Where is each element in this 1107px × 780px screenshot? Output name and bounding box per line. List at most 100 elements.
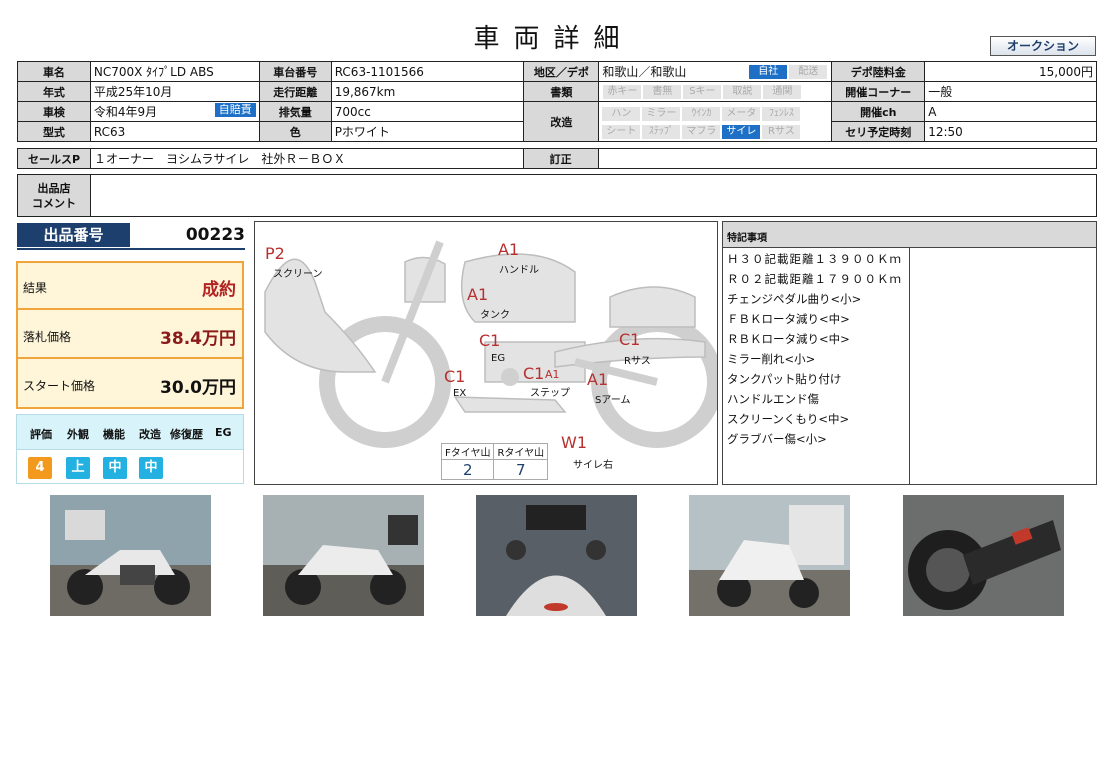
note-item: グラブバー傷<小> [727, 432, 827, 446]
salespoint-value: １オーナー ヨシムラサイレ 社外Ｒ－ＢＯＸ [89, 148, 524, 169]
photo-thumbnail-1[interactable] [50, 495, 211, 616]
winning-row: 落札価格 38.4万円 [18, 312, 242, 359]
docs-label: 書類 [523, 81, 600, 102]
mark-handle-label: ハンドル [499, 265, 539, 276]
area-badge-delivery: 配送 [789, 65, 828, 79]
note-item: ＲＢＫロータ減り<中> [727, 332, 850, 346]
area-label: 地区／デポ [523, 61, 600, 82]
area-badge-own: 自社 [749, 65, 788, 79]
tyre-front-label: Fタイヤ山 [440, 443, 495, 460]
insurance-badge: 自賠責 [214, 103, 256, 117]
model-code: RC63 [89, 121, 260, 142]
note-item: ハンドルエンド傷 [727, 392, 819, 406]
note-item: チェンジペダル曲り<小> [727, 292, 862, 306]
note-item: スクリーンくもり<中> [727, 412, 850, 426]
channel-value: A [924, 101, 1097, 122]
motorcycle-photo-icon [50, 495, 211, 616]
mod1-pill-2: ｳｲﾝｶ [682, 106, 721, 121]
mark-silencer-code: W1 [561, 433, 587, 452]
result-value: 成約 [202, 280, 236, 300]
mark-screen-code: P2 [265, 244, 285, 263]
mileage: 19,867km [330, 81, 525, 102]
motorcycle-photo-icon [263, 495, 424, 616]
price-box: 結果 成約 落札価格 38.4万円 スタート価格 30.0万円 [16, 261, 244, 409]
correction-label: 訂正 [522, 148, 599, 169]
spec-table: 車名 NC700X ﾀｲﾌﾟLD ABS 車台番号 RC63-1101566 地… [17, 61, 1097, 142]
fee-label: デポ陸料金 [831, 61, 926, 82]
mark-rsus-label: Rサス [624, 356, 651, 367]
correction-value [597, 148, 1098, 169]
area-value: 和歌山／和歌山 [602, 65, 687, 79]
rating-exterior: 上 [66, 457, 90, 479]
mod2-pill-2: マフラ [682, 124, 721, 139]
notes-divider [909, 248, 910, 484]
mark-tank-label: タンク [480, 310, 510, 321]
photo-thumbnail-3[interactable] [476, 495, 637, 616]
rating-function: 中 [103, 457, 127, 479]
photo-thumbnail-4[interactable] [689, 495, 850, 616]
mark-sarm-code: A1 [587, 370, 609, 389]
mark-sarm-label: Sアーム [595, 395, 631, 406]
photo-thumbnail-2[interactable] [263, 495, 424, 616]
year-label: 年式 [17, 81, 91, 102]
rating-head-5: EG [215, 426, 232, 439]
mark-step-code2: A1 [545, 368, 560, 381]
mark-eg-label: EG [491, 353, 506, 364]
salespoint-label: セールスP [17, 148, 91, 169]
mod-label: 改造 [523, 101, 600, 142]
mod1-pill-0: ハン [602, 106, 641, 121]
tyre-table: Fタイヤ山 Rタイヤ山 2 7 [440, 443, 549, 480]
start-price: 30.0万円 [160, 378, 236, 398]
color-label: 色 [258, 121, 332, 142]
mod1-pill-4: ﾌｪﾝﾚｽ [762, 106, 801, 121]
mod1-pill-3: メータ [722, 106, 761, 121]
salespoint-table: セールスP １オーナー ヨシムラサイレ 社外Ｒ－ＢＯＸ 訂正 [17, 148, 1098, 169]
displacement-label: 排気量 [258, 101, 332, 122]
note-item: ミラー削れ<小> [727, 352, 816, 366]
channel-label: 開催ch [831, 101, 926, 122]
note-item: Ｒ０２記載距離１７９００Ｋｍ [727, 272, 902, 286]
name-label: 車名 [17, 61, 91, 82]
mark-step-label: ステップ [530, 388, 570, 399]
winning-price: 38.4万円 [160, 329, 236, 349]
muffler-photo-icon [903, 495, 1064, 616]
winning-label: 落札価格 [23, 330, 72, 344]
rating-modification: 中 [139, 457, 163, 479]
mark-rsus-code: C1 [619, 330, 641, 349]
note-item: Ｈ３０記載距離１３９００Ｋｍ [727, 252, 902, 266]
rating-values: 4 上 中 中 [16, 450, 244, 484]
mod2-pill-0: シート [602, 124, 641, 139]
cockpit-photo-icon [476, 495, 637, 616]
vehicle-name: NC700X ﾀｲﾌﾟLD ABS [89, 61, 260, 82]
start-label: スタート価格 [23, 379, 96, 393]
inspection-value: 令和4年9月 [93, 105, 158, 119]
lot-label: 出品番号 [17, 223, 130, 247]
damage-diagram: P2 スクリーン A1 ハンドル A1 タンク C1 EG C1 Rサス C1 … [254, 221, 718, 485]
mod2-pill-1: ｽﾃｯﾌﾟ [642, 124, 681, 139]
start-row: スタート価格 30.0万円 [18, 361, 242, 408]
rating-head-2: 機能 [103, 428, 125, 441]
result-row: 結果 成約 [18, 263, 242, 310]
mark-screen-label: スクリーン [273, 269, 323, 280]
mark-tank-code: A1 [467, 285, 489, 304]
depot-fee: 15,000円 [924, 61, 1097, 82]
rating-head-1: 外観 [67, 428, 89, 441]
mark-ex-label: EX [453, 388, 467, 399]
model-year: 平成25年10月 [89, 81, 260, 102]
auction-button[interactable]: オークション [990, 36, 1096, 56]
lot-underline [17, 248, 245, 250]
lot-number: 00223 [185, 225, 245, 245]
mod2-pill-3: サイレ [722, 124, 761, 139]
docs-pill-3: 取説 [723, 85, 762, 99]
tyre-rear-label: Rタイヤ山 [493, 443, 549, 460]
inspection-label: 車検 [17, 101, 91, 122]
photo-thumbnail-5[interactable] [903, 495, 1064, 616]
mod1-pill-1: ミラー [642, 106, 681, 121]
result-label: 結果 [23, 281, 48, 295]
mod-pills: ハン ミラー ｳｲﾝｶ メータ ﾌｪﾝﾚｽ シート ｽﾃｯﾌﾟ マフラ サイレ Rサス [598, 101, 833, 142]
page-title: 車両詳細 [473, 24, 634, 54]
corner-label: 開催コーナー [831, 81, 926, 102]
rating-header: 評価 外観 機能 改造 修復歴 EG [16, 414, 244, 450]
tyre-rear-value: 7 [493, 459, 549, 480]
rating-head-0: 評価 [30, 428, 52, 441]
